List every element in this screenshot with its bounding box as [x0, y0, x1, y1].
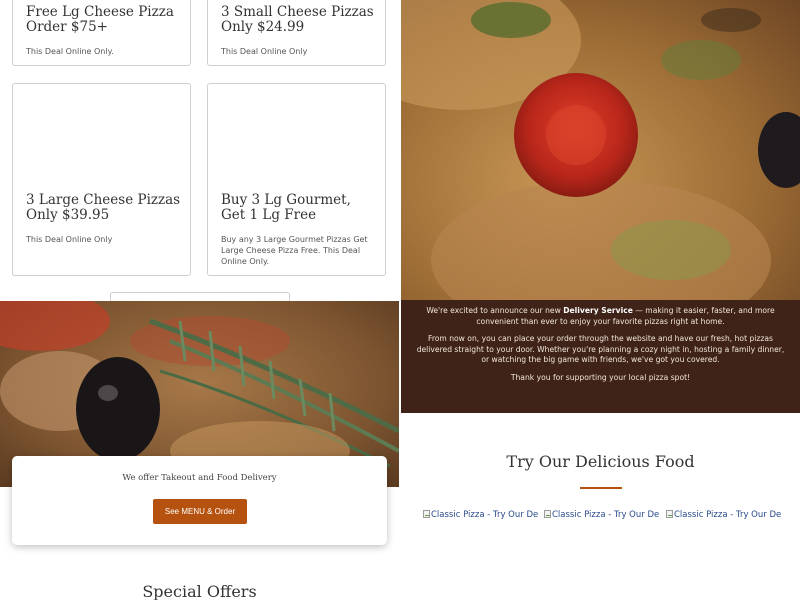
- announcement-paragraph: We're excited to announce our new Delive…: [413, 306, 788, 327]
- image-alt-text: Classic Pizza - Try Our Delic: [552, 510, 660, 520]
- food-image-link[interactable]: Classic Pizza - Try Our Delic: [666, 510, 782, 523]
- deal-card[interactable]: Free Lg Cheese Pizza Order $75+ This Dea…: [12, 0, 191, 66]
- special-offers-heading: Special Offers: [142, 582, 257, 600]
- deal-title: 3 Large Cheese Pizzas Only $39.95: [26, 192, 181, 223]
- deal-description: This Deal Online Only: [221, 47, 308, 56]
- deal-title: Buy 3 Lg Gourmet, Get 1 Lg Free: [221, 192, 351, 223]
- deal-description: This Deal Online Only: [26, 235, 113, 244]
- announcement-paragraph: Thank you for supporting your local pizz…: [510, 372, 691, 382]
- food-image-link[interactable]: Classic Pizza - Try Our Delic: [544, 510, 660, 523]
- delivery-announcement: We're excited to announce our new Delive…: [401, 300, 800, 413]
- deal-card[interactable]: 3 Large Cheese Pizzas Only $39.95 This D…: [12, 83, 191, 276]
- pizza-photo: [401, 0, 800, 300]
- deal-card[interactable]: Buy 3 Lg Gourmet, Get 1 Lg Free Buy any …: [207, 83, 386, 276]
- deal-card[interactable]: 3 Small Cheese Pizzas Only $24.99 This D…: [207, 0, 386, 66]
- food-image-link[interactable]: Classic Pizza - Try Our Delic: [423, 510, 539, 523]
- image-alt-text: Classic Pizza - Try Our Delic: [431, 510, 539, 520]
- announcement-text: We're excited to announce our new: [426, 306, 564, 315]
- food-section-heading: Try Our Delicious Food: [506, 452, 695, 471]
- broken-image-icon: [544, 510, 551, 518]
- deal-title: Free Lg Cheese Pizza Order $75+: [26, 4, 174, 35]
- see-menu-order-button[interactable]: See MENU & Order: [153, 499, 247, 524]
- announcement-highlight: Delivery Service: [563, 306, 633, 315]
- takeout-card: We offer Takeout and Food Delivery See M…: [12, 456, 387, 545]
- broken-image-icon: [666, 510, 673, 518]
- image-alt-text: Classic Pizza - Try Our Delic: [674, 510, 782, 520]
- deal-description: Buy any 3 Large Gourmet Pizzas Get Large…: [221, 235, 368, 266]
- takeout-text: We offer Takeout and Food Delivery: [122, 473, 277, 483]
- heading-divider: [580, 487, 622, 489]
- announcement-paragraph: From now on, you can place your order th…: [416, 334, 785, 364]
- broken-image-icon: [423, 510, 430, 518]
- deal-description: This Deal Online Only.: [26, 47, 114, 56]
- deal-title: 3 Small Cheese Pizzas Only $24.99: [221, 4, 374, 35]
